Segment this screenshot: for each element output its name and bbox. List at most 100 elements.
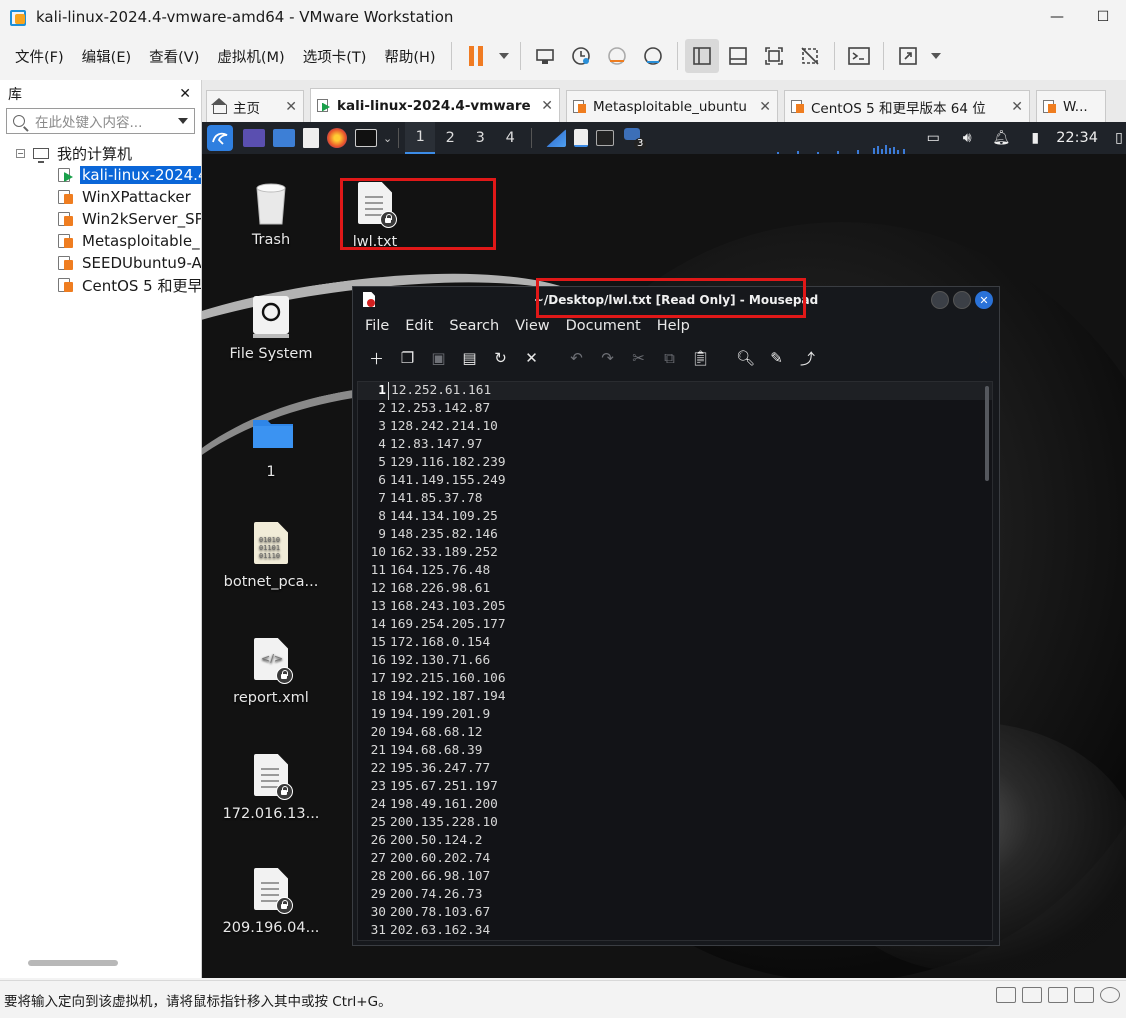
pause-dropdown[interactable] [495,39,513,73]
copy-icon[interactable]: ⧉ [654,344,685,372]
minimize-button[interactable]: — [1034,0,1080,34]
tab-kali[interactable]: kali-linux-2024.4-vmware-a... ✕ [310,88,560,122]
undo-icon[interactable]: ↶ [561,344,592,372]
mousepad-close-button[interactable]: ✕ [975,291,993,309]
tab-home[interactable]: 主页 ✕ [206,90,304,122]
display-icon[interactable]: ▭ [916,130,950,146]
firefox-icon[interactable] [327,128,347,148]
editor-vertical-scrollbar[interactable] [985,386,989,481]
desktop-icon-folder-1[interactable]: 1 [216,412,326,480]
editor-line[interactable]: 11 164.125.76.48 [358,562,992,580]
editor-line[interactable]: 31 202.63.162.34 [358,922,992,940]
mp-menu-help[interactable]: Help [649,318,698,334]
editor-line[interactable]: 8 144.134.109.25 [358,508,992,526]
editor-line[interactable]: 20 194.68.68.12 [358,724,992,742]
screenshot-task-icon[interactable]: 3 [624,128,647,150]
mousepad-window[interactable]: ~/Desktop/lwl.txt [Read Only] - Mousepad… [352,286,1000,946]
editor-line[interactable]: 28 200.66.98.107 [358,868,992,886]
menu-help[interactable]: 帮助(H) [375,42,444,71]
workspace-1[interactable]: 1 [405,122,436,154]
panel-clock[interactable]: 22:34 [1052,130,1112,146]
find-replace-icon[interactable]: ✎ [761,344,792,372]
console-view-button[interactable] [842,39,876,73]
library-close-icon[interactable]: ✕ [179,86,191,102]
editor-line[interactable]: 22 195.36.247.77 [358,760,992,778]
editor-line[interactable]: 24 198.49.161.200 [358,796,992,814]
editor-line[interactable]: 25 200.135.228.10 [358,814,992,832]
editor-line[interactable]: 12 168.226.98.61 [358,580,992,598]
power-icon[interactable]: ▯ [1112,130,1126,146]
new-document-icon[interactable]: ＋ [361,344,392,372]
notification-bell-icon[interactable]: 🔔︎ [984,130,1018,146]
menu-vm[interactable]: 虚拟机(M) [208,42,293,71]
vm-item-seedubuntu[interactable]: SEEDUbuntu9-A [0,252,201,274]
workspace-4[interactable]: 4 [495,122,525,154]
tab-close-icon[interactable]: ✕ [759,99,771,115]
find-icon[interactable]: 🔍︎ [730,344,761,372]
editor-line[interactable]: 23 195.67.251.197 [358,778,992,796]
editor-line[interactable]: 29 200.74.26.73 [358,886,992,904]
maximize-button[interactable]: ☐ [1080,0,1126,34]
desktop-icon-botnet-pcap[interactable]: 01010 01101 01110 botnet_pca... [216,522,326,590]
usb-device-icon[interactable] [1048,987,1068,1003]
editor-line[interactable]: 30 200.78.103.67 [358,904,992,922]
battery-icon[interactable]: ▮ [1018,130,1052,146]
terminal-icon[interactable] [355,129,377,147]
mp-menu-file[interactable]: File [357,318,397,334]
full-screen-button[interactable] [757,39,791,73]
tab-metasploitable[interactable]: Metasploitable_ubuntu ✕ [566,90,778,122]
show-thumbnail-bar-button[interactable] [721,39,755,73]
stretch-dropdown[interactable] [927,39,945,73]
revert-snapshot-button[interactable] [600,39,634,73]
editor-line[interactable]: 13 168.243.103.205 [358,598,992,616]
editor-line[interactable]: 18 194.192.187.194 [358,688,992,706]
mp-menu-search[interactable]: Search [441,318,507,334]
desktop-icon-209-file[interactable]: 209.196.04... [216,868,326,936]
tab-close-icon[interactable]: ✕ [541,98,553,114]
mousepad-text-area[interactable]: 1 12.252.61.161 2 12.253.142.87 3 128.242.214… [357,381,993,941]
mp-menu-view[interactable]: View [507,318,557,334]
tab-close-icon[interactable]: ✕ [1011,99,1023,115]
desktop-icon-report-xml[interactable]: </> report.xml [216,638,326,706]
chevron-down-icon[interactable]: ⌄ [383,132,392,145]
text-editor-icon[interactable] [303,128,319,148]
tab-close-icon[interactable]: ✕ [285,99,297,115]
volume-icon[interactable]: 🔊︎ [950,130,984,146]
show-library-button[interactable] [684,39,719,73]
open-file-icon[interactable]: ❐ [392,344,423,372]
tab-centos[interactable]: CentOS 5 和更早版本 64 位 ✕ [784,90,1030,122]
editor-line[interactable]: 15 172.168.0.154 [358,634,992,652]
send-ctrl-alt-del-button[interactable] [528,39,562,73]
editor-line[interactable]: 5 129.116.182.239 [358,454,992,472]
workspace-2[interactable]: 2 [435,122,465,154]
show-desktop-icon[interactable] [243,129,265,147]
editor-line[interactable]: 10 162.33.189.252 [358,544,992,562]
menu-file[interactable]: 文件(F) [6,42,73,71]
mousepad-minimize-button[interactable] [931,291,949,309]
editor-line[interactable]: 9 148.235.82.146 [358,526,992,544]
editor-line[interactable]: 1 12.252.61.161 [358,382,992,400]
editor-line[interactable]: 16 192.130.71.66 [358,652,992,670]
editor-line[interactable]: 6 141.149.155.249 [358,472,992,490]
cut-icon[interactable]: ✂ [623,344,654,372]
menu-edit[interactable]: 编辑(E) [73,42,140,71]
editor-line[interactable]: 21 194.68.68.39 [358,742,992,760]
save-as-icon[interactable]: ▤ [454,344,485,372]
desktop-icon-trash[interactable]: Trash [216,180,326,248]
editor-line[interactable]: 17 192.215.160.106 [358,670,992,688]
cd-device-icon[interactable] [1100,987,1120,1003]
editor-line[interactable]: 3 128.242.214.10 [358,418,992,436]
editor-line[interactable]: 4 12.83.147.97 [358,436,992,454]
editor-line[interactable]: 2 12.253.142.87 [358,400,992,418]
desktop-icon-file-system[interactable]: File System [216,294,326,362]
pause-button[interactable] [459,39,493,73]
vm-item-win2kserver[interactable]: Win2kServer_SP [0,208,201,230]
mousepad-task-icon[interactable] [574,129,589,147]
workspace-3[interactable]: 3 [465,122,495,154]
kali-menu-icon[interactable] [207,125,233,151]
hard-disk-device-icon[interactable] [996,987,1016,1003]
sound-device-icon[interactable] [1074,987,1094,1003]
save-icon[interactable]: ▣ [423,344,454,372]
chevron-down-icon[interactable] [178,118,188,124]
editor-line[interactable]: 14 169.254.205.177 [358,616,992,634]
